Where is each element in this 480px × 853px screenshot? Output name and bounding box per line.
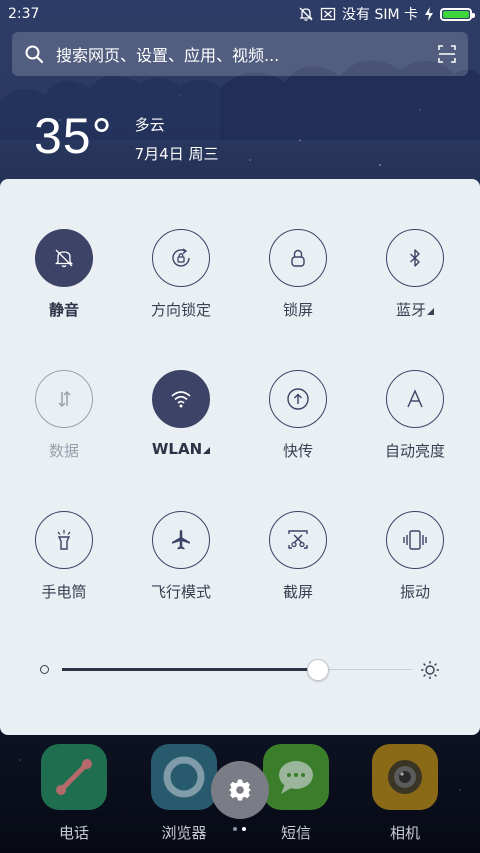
expand-indicator-icon — [203, 447, 211, 454]
mute-bell-icon — [299, 7, 313, 21]
tile-auto-brightness[interactable]: 自动亮度 — [365, 370, 465, 461]
tile-rotation-lock-circle[interactable] — [152, 229, 210, 287]
quick-transfer-icon — [287, 388, 309, 410]
tile-airplane-mode-circle[interactable] — [152, 511, 210, 569]
gear-icon — [229, 779, 251, 801]
messages-app-icon[interactable] — [263, 744, 329, 810]
tile-mute[interactable]: 静音 — [14, 229, 114, 320]
tile-bluetooth[interactable]: 蓝牙 — [365, 229, 465, 320]
temperature: 35° — [34, 108, 113, 164]
scan-icon[interactable] — [438, 45, 456, 63]
quick-settings-panel: 静音 方向锁定 锁屏 蓝牙 数据 WLAN 快传 自动亮度 手电筒 飞行模式 截… — [0, 179, 480, 735]
brightness-max-icon — [421, 661, 439, 679]
tile-screenshot-circle[interactable] — [269, 511, 327, 569]
tile-quick-transfer[interactable]: 快传 — [248, 370, 348, 461]
tile-auto-brightness-circle[interactable] — [386, 370, 444, 428]
tile-flashlight-label: 手电筒 — [41, 583, 87, 601]
brightness-thumb[interactable] — [306, 659, 329, 681]
dock-app-messages[interactable]: 短信 — [261, 744, 331, 843]
airplane-icon — [172, 530, 190, 550]
dock-app-phone[interactable]: 电话 — [39, 744, 109, 843]
battery-icon — [440, 7, 475, 21]
tile-flashlight-circle[interactable] — [35, 511, 93, 569]
tile-bluetooth-circle[interactable] — [386, 229, 444, 287]
tile-quick-transfer-circle[interactable] — [269, 370, 327, 428]
charging-icon — [425, 7, 433, 21]
search-placeholder[interactable]: 搜索网页、设置、应用、视频... — [56, 42, 438, 66]
brightness-fill — [62, 668, 318, 671]
tile-screenshot-label: 截屏 — [282, 583, 313, 601]
dock-app-browser[interactable]: 浏览器 — [149, 744, 219, 843]
tile-vibrate-circle[interactable] — [386, 511, 444, 569]
flashlight-icon — [57, 530, 71, 550]
settings-button[interactable] — [211, 761, 269, 819]
brightness-slider[interactable] — [40, 659, 440, 681]
weather-condition: 多云 — [134, 116, 165, 134]
tile-wlan-circle[interactable] — [152, 370, 210, 428]
status-icons: 没有 SIM 卡 — [298, 4, 475, 24]
mobile-data-icon — [58, 390, 71, 408]
search-bar[interactable]: 搜索网页、设置、应用、视频... — [12, 32, 468, 76]
lock-icon — [291, 249, 305, 267]
tile-mobile-data-label: 数据 — [48, 442, 79, 460]
brightness-min-icon — [40, 665, 49, 674]
weather-widget[interactable]: 35° 多云 7月4日 周三 — [34, 108, 218, 164]
browser-app-icon[interactable] — [151, 744, 217, 810]
tile-rotation-lock[interactable]: 方向锁定 — [131, 229, 231, 320]
no-sim-icon — [320, 7, 336, 21]
brightness-track[interactable] — [62, 659, 412, 681]
tile-wlan[interactable]: WLAN — [131, 370, 231, 458]
wifi-icon — [171, 391, 191, 408]
expand-indicator-icon — [427, 308, 434, 315]
tile-quick-transfer-label: 快传 — [282, 442, 313, 460]
tile-airplane-mode-label: 飞行模式 — [150, 583, 211, 601]
tile-screenshot[interactable]: 截屏 — [248, 511, 348, 602]
tile-lock-screen-circle[interactable] — [269, 229, 327, 287]
page-dot-active — [242, 827, 246, 831]
phone-app-icon[interactable] — [41, 744, 107, 810]
dock-app-browser-label: 浏览器 — [161, 824, 207, 842]
tile-airplane-mode[interactable]: 飞行模式 — [131, 511, 231, 602]
bluetooth-icon — [410, 249, 420, 267]
tile-mute-label: 静音 — [48, 301, 79, 319]
vibrate-icon — [403, 530, 427, 550]
tile-mobile-data-circle[interactable] — [35, 370, 93, 428]
page-dot — [233, 827, 237, 831]
dock-app-phone-label: 电话 — [58, 824, 89, 842]
tile-rotation-lock-label: 方向锁定 — [150, 301, 211, 319]
dock-app-messages-label: 短信 — [280, 824, 311, 842]
camera-app-icon[interactable] — [372, 744, 438, 810]
rotation-lock-icon — [172, 248, 190, 267]
tile-auto-brightness-label: 自动亮度 — [384, 442, 445, 460]
tile-wlan-label: WLAN — [131, 440, 231, 458]
tile-bluetooth-label: 蓝牙 — [365, 299, 465, 320]
status-bar: 2:37 没有 SIM 卡 — [0, 0, 480, 28]
auto-brightness-icon — [407, 389, 423, 408]
tile-vibrate-label: 振动 — [399, 583, 430, 601]
carrier-text: 没有 SIM 卡 — [342, 7, 418, 23]
search-icon — [25, 45, 44, 64]
tile-mute-circle[interactable] — [35, 229, 93, 287]
tile-vibrate[interactable]: 振动 — [365, 511, 465, 602]
tile-lock-screen-label: 锁屏 — [282, 301, 313, 319]
tile-lock-screen[interactable]: 锁屏 — [248, 229, 348, 320]
tile-mobile-data[interactable]: 数据 — [14, 370, 114, 461]
dock-app-camera[interactable]: 相机 — [370, 744, 440, 843]
weather-date: 7月4日 周三 — [134, 145, 219, 163]
screenshot-icon — [288, 530, 308, 549]
status-time: 2:37 — [8, 6, 40, 22]
mute-bell-icon — [54, 249, 74, 268]
tile-flashlight[interactable]: 手电筒 — [14, 511, 114, 602]
dock-app-camera-label: 相机 — [389, 824, 420, 842]
page-indicator — [233, 827, 246, 831]
